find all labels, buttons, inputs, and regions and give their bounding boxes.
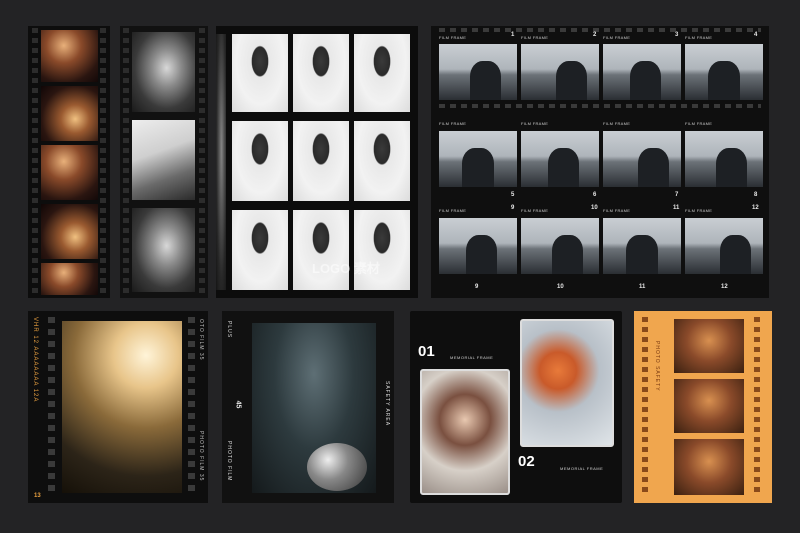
frame-number: 8	[754, 192, 758, 198]
photo-frame	[674, 379, 744, 433]
film-frame-sheet: FILM FRAME FILM FRAME FILM FRAME FILM FR…	[431, 26, 769, 298]
frame-number: 12	[752, 205, 759, 211]
film-strip-warm	[28, 26, 110, 298]
memorial-caption: MEMORIAL FRAME	[450, 355, 494, 360]
photo-frame	[439, 218, 517, 274]
safety-label: SAFETY AREA	[384, 381, 390, 427]
plus-label: PLUS	[226, 321, 232, 339]
frame-label: FILM FRAME	[521, 121, 549, 126]
frame-number: 10	[591, 205, 598, 211]
photo-frame	[354, 210, 410, 290]
memorial-number-02: 02	[518, 453, 535, 470]
frame-number: 1	[511, 32, 515, 38]
frame-label: FILM FRAME	[685, 208, 713, 213]
frame-number: 10	[557, 284, 564, 290]
edge-number: 13	[34, 493, 41, 499]
film-strip-35mm-reading: VHR 12 AAAAAAAA 12A 13 OTO FILM 35 PHOTO…	[28, 311, 208, 503]
frame-label: FILM FRAME	[521, 35, 549, 40]
photo-frame	[439, 131, 517, 187]
frame-label: FILM FRAME	[685, 35, 713, 40]
memorial-number-01: 01	[418, 343, 435, 360]
frame-label: FILM FRAME	[603, 208, 631, 213]
photo-frame	[232, 210, 288, 290]
film-strip-bw	[120, 26, 208, 298]
frame-number: 9	[511, 205, 515, 211]
frame-number: 11	[673, 205, 680, 211]
photo-frame	[674, 319, 744, 373]
frame-number: 11	[639, 284, 646, 290]
photo-frame	[354, 34, 410, 112]
photo-frame	[674, 439, 744, 495]
frame-number: 2	[593, 32, 597, 38]
frame-number: 6	[593, 192, 597, 198]
photo-frame	[685, 218, 763, 274]
photo-frame	[354, 121, 410, 201]
frame-label: FILM FRAME	[439, 208, 467, 213]
photo-frame	[685, 131, 763, 187]
number-45: 45	[234, 400, 242, 409]
photo-frame	[603, 131, 681, 187]
photo-frame	[41, 30, 98, 82]
photo-frame	[603, 44, 681, 100]
memorial-caption: MEMORIAL FRAME	[560, 466, 604, 471]
frame-number: 7	[675, 192, 679, 198]
frame-number: 3	[675, 32, 679, 38]
photo-frame	[232, 121, 288, 201]
photo-frame	[420, 369, 510, 495]
frame-number: 5	[511, 192, 515, 198]
film-strip-orange: PHOTO SAFETY	[634, 311, 772, 503]
photo-frame	[521, 44, 599, 100]
photo-frame	[521, 218, 599, 274]
frame-label: FILM FRAME	[439, 121, 467, 126]
frame-label: FILM FRAME	[603, 35, 631, 40]
frame-label: FILM FRAME	[521, 208, 549, 213]
photo-safety-text: PHOTO SAFETY	[654, 341, 660, 392]
frame-number: 12	[721, 284, 728, 290]
photo-frame	[132, 208, 195, 292]
film-edge-text: VHR 12 AAAAAAAA 12A	[32, 317, 38, 403]
photo-frame	[62, 321, 182, 493]
photo-frame	[293, 121, 349, 201]
photo-frame	[439, 44, 517, 100]
photo-frame	[293, 34, 349, 112]
film-edge-text: PHOTO FILM 35	[198, 431, 204, 482]
photo-frame	[41, 145, 98, 200]
frame-label: FILM FRAME	[439, 35, 467, 40]
photo-frame	[685, 44, 763, 100]
frame-label: FILM FRAME	[603, 121, 631, 126]
photo-frame	[520, 319, 614, 447]
frame-number: 4	[754, 32, 758, 38]
memorial-frame-panel: 01 MEMORIAL FRAME 02 MEMORIAL FRAME	[410, 311, 622, 503]
disco-ball	[307, 443, 367, 491]
photo-frame	[132, 120, 195, 200]
photo-frame	[521, 131, 599, 187]
photo-frame	[603, 218, 681, 274]
photo-film-label: PHOTO FILM	[226, 441, 232, 482]
watermark: LOGO 素材	[312, 261, 380, 276]
photo-frame	[41, 86, 98, 141]
film-edge-text: OTO FILM 35	[198, 319, 204, 361]
frame-number: 9	[475, 284, 479, 290]
photo-frame	[41, 204, 98, 259]
photo-frame	[132, 32, 195, 112]
photo-frame	[293, 210, 349, 290]
frame-label: FILM FRAME	[685, 121, 713, 126]
film-frame-plus: PLUS 45 PHOTO FILM SAFETY AREA	[222, 311, 394, 503]
photo-frame	[232, 34, 288, 112]
photo-frame	[41, 263, 98, 295]
